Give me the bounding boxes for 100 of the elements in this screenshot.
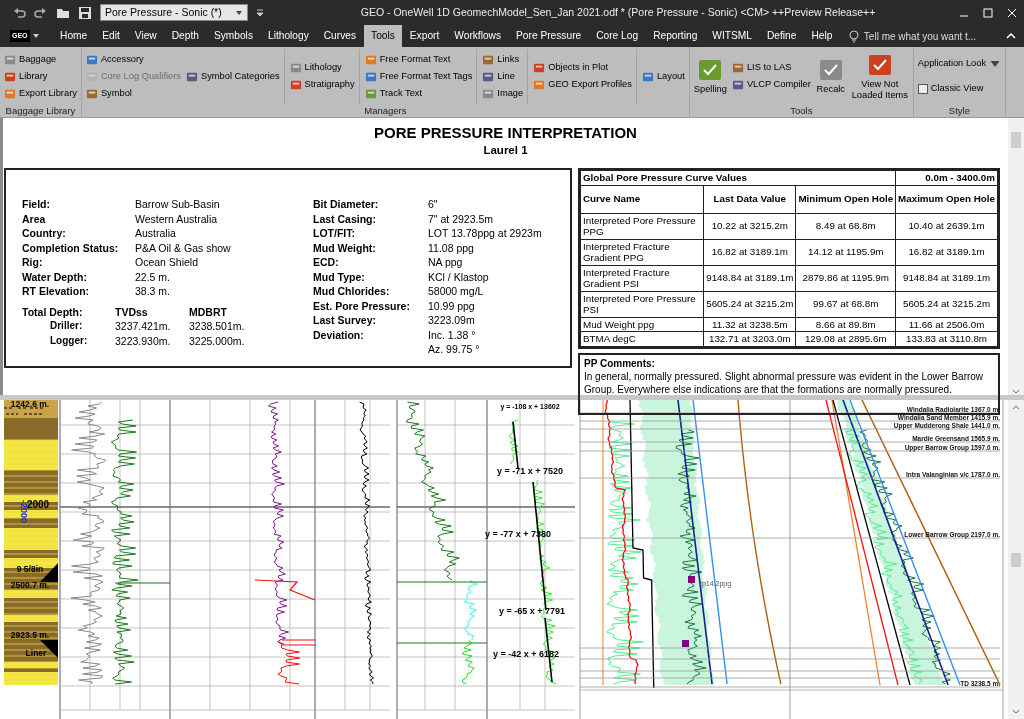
ribbon-button[interactable]: LIS to LAS xyxy=(730,60,812,76)
table-cell: BTMA degC xyxy=(580,331,704,346)
ribbon-button[interactable]: Objects in Plot xyxy=(532,60,633,76)
menu-tab[interactable]: Tools xyxy=(363,25,403,47)
field-value: 3223.09m xyxy=(428,314,476,328)
group-label: Style xyxy=(947,104,971,117)
field-label: RT Elevation: xyxy=(22,285,91,299)
table-cell: 9148.84 at 3189.1m xyxy=(895,265,998,291)
layout-dropdown[interactable]: Pore Pressure - Sonic (*) xyxy=(100,4,248,21)
menu-tab[interactable]: Define xyxy=(759,25,804,47)
ribbon-button[interactable]: Stratigraphy xyxy=(288,77,356,93)
column-header: Curve Name xyxy=(580,185,704,213)
scrollbar-thumb[interactable] xyxy=(1011,552,1021,567)
field-label: Driller: xyxy=(49,319,84,333)
menu-tab[interactable]: Pore Pressure xyxy=(508,25,589,47)
depth-label: 2923.5 m. xyxy=(10,630,50,640)
field-value: LOT 13.78ppg at 2923m xyxy=(428,227,542,241)
table-cell: 2879.86 at 1195.9m xyxy=(795,265,896,291)
menu-tab[interactable]: Export xyxy=(402,25,447,47)
undo-icon[interactable] xyxy=(12,5,26,20)
style-dropdown[interactable]: Application Look xyxy=(916,56,1003,72)
save-icon[interactable] xyxy=(78,5,92,20)
column-header: Last Data Value xyxy=(703,185,796,213)
field-value: 10.99 ppg xyxy=(428,299,476,313)
ribbon-button[interactable]: Accessory xyxy=(84,51,182,68)
ribbon-button[interactable]: Track Text xyxy=(363,85,474,102)
menu-tab[interactable]: Lithology xyxy=(260,25,317,47)
ribbon-button[interactable]: GEO Export Profiles xyxy=(532,77,633,93)
checkbox[interactable] xyxy=(917,84,928,94)
ribbon-button[interactable]: Links xyxy=(481,51,525,68)
tool-icon xyxy=(364,87,377,100)
tool-icon xyxy=(85,70,98,83)
field-label: Mud Chlorides: xyxy=(313,285,391,299)
field-value: 3238.501m. xyxy=(189,319,246,334)
scrollbar[interactable] xyxy=(1008,400,1024,719)
menu-tab[interactable]: Symbols xyxy=(206,25,261,47)
field-label: Mud Weight: xyxy=(313,241,377,255)
tool-icon xyxy=(85,87,98,100)
menu-tab[interactable]: View xyxy=(127,25,165,47)
search-field[interactable]: Tell me what you want t... xyxy=(863,28,977,44)
column-header: Minimum Open Hole xyxy=(795,185,896,213)
chevron-up-icon[interactable] xyxy=(1012,404,1020,411)
ribbon-button[interactable]: Symbol xyxy=(84,85,182,102)
checkbox-label: Classic View xyxy=(930,82,984,96)
ribbon-button[interactable]: Image xyxy=(481,85,525,102)
equation-label: y = -65 x + 7791 xyxy=(498,606,566,616)
chevron-down-icon[interactable] xyxy=(1012,388,1020,395)
scrollbar[interactable] xyxy=(1008,118,1024,395)
tool-icon xyxy=(4,87,16,100)
ribbon-button[interactable]: Line xyxy=(481,68,525,85)
field-value: 38.3 m. xyxy=(135,285,172,299)
menu-tab[interactable]: Depth xyxy=(164,25,207,47)
ribbon-button[interactable]: Library xyxy=(3,68,78,85)
collapse-icon[interactable] xyxy=(1006,32,1016,40)
ribbon-button[interactable]: Free Format Text xyxy=(363,51,474,68)
field-value: Ocean Shield xyxy=(135,256,200,270)
ribbon-button[interactable]: Symbol Categories xyxy=(185,68,281,85)
ribbon-button[interactable]: Export Library xyxy=(3,85,78,102)
caret-icon[interactable] xyxy=(32,33,39,39)
field-label: ECD: xyxy=(313,256,340,270)
table-cell: 5605.24 at 3215.2m xyxy=(895,291,998,317)
field-value: 58000 mg/L xyxy=(428,285,485,299)
ribbon-button[interactable]: Spelling xyxy=(692,58,728,95)
well-name: Laurel 1 xyxy=(482,143,529,158)
ribbon-button[interactable]: Lithology xyxy=(288,60,356,76)
ribbon-button[interactable]: Layout xyxy=(640,68,686,85)
customize-icon[interactable] xyxy=(256,7,264,18)
field-value: 3237.421m. xyxy=(115,319,172,334)
table-title: Global Pore Pressure Curve Values xyxy=(580,170,896,185)
menu-tab[interactable]: Home xyxy=(52,25,95,47)
tool-icon xyxy=(482,87,495,100)
menu-tab[interactable]: Curves xyxy=(316,25,364,47)
field-label: Total Depth: xyxy=(22,304,84,319)
table-cell: 14.12 at 1195.9m xyxy=(795,239,896,265)
table-cell: 10.40 at 2639.1m xyxy=(895,213,998,239)
depth-label: 2000 xyxy=(26,499,50,510)
ribbon-button[interactable]: View Not Loaded Items xyxy=(849,53,910,100)
menu-tab[interactable]: Workflows xyxy=(446,25,509,47)
chevron-down-icon[interactable] xyxy=(1012,708,1020,715)
menu-tab[interactable]: Core Log xyxy=(588,25,646,47)
table-cell: 133.83 at 3110.8m xyxy=(895,331,998,346)
menu-tab[interactable]: Reporting xyxy=(645,25,705,47)
menu-tab[interactable]: Edit xyxy=(94,25,128,47)
scrollbar-thumb[interactable] xyxy=(1011,132,1021,148)
ribbon-button[interactable]: Baggage xyxy=(3,51,78,68)
menu-tab[interactable]: Help xyxy=(803,25,840,47)
table-cell: 11.66 at 2506.0m xyxy=(895,317,998,332)
ribbon-button[interactable]: Free Format Text Tags xyxy=(363,68,474,85)
table-cell: 99.67 at 68.8m xyxy=(795,291,896,317)
ribbon-button[interactable]: VLCP Compiler xyxy=(730,77,812,93)
field-label: Area xyxy=(22,212,47,226)
column-header: Maximum Open Hole xyxy=(895,185,998,213)
maximize-icon[interactable] xyxy=(980,5,996,20)
field-label: Logger: xyxy=(49,333,89,348)
depth-label: 1242.6 m. xyxy=(10,400,50,409)
menu-tab[interactable]: WITSML xyxy=(704,25,760,47)
redo-icon[interactable] xyxy=(34,5,48,20)
field-value: 7" at 2923.5m xyxy=(428,212,495,226)
ribbon-button[interactable]: Recalc xyxy=(814,58,847,95)
group-label: Tools xyxy=(789,104,814,117)
